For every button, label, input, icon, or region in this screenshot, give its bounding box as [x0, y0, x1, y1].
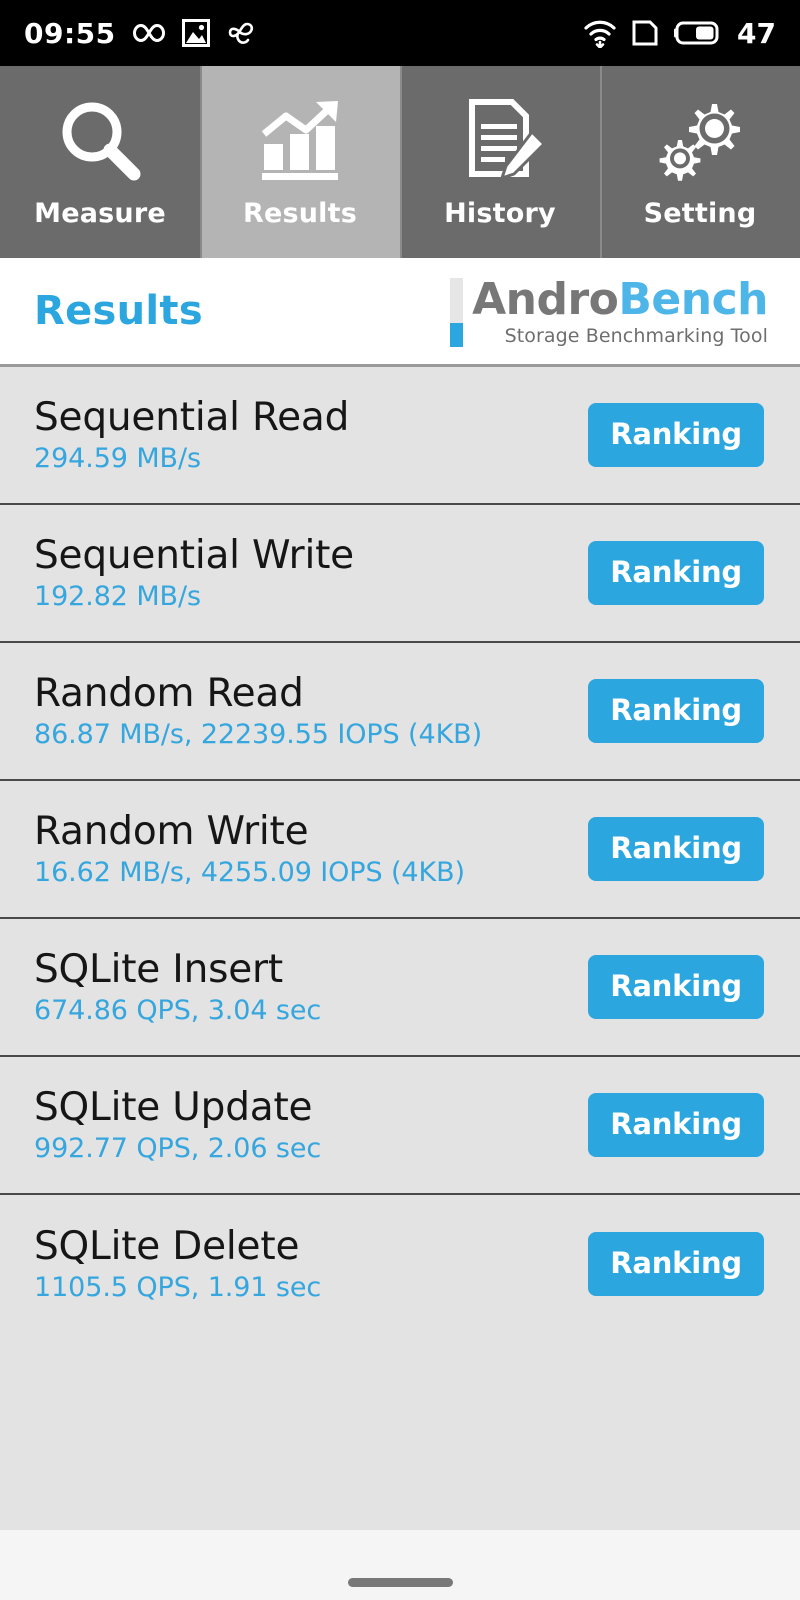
- bar-chart-arrow-icon: [254, 96, 346, 184]
- document-pencil-icon: [454, 96, 546, 184]
- logo-bar-icon: [450, 277, 464, 347]
- system-navigation-bar: [0, 1530, 800, 1600]
- tab-history-label: History: [444, 197, 556, 229]
- logo-subtitle: Storage Benchmarking Tool: [504, 324, 768, 347]
- result-value: 294.59 MB/s: [34, 443, 201, 475]
- status-bar-left: 09:55: [24, 17, 256, 50]
- logo-word-andro: Andro: [472, 273, 619, 325]
- tab-setting[interactable]: Setting: [600, 66, 800, 258]
- main-tab-bar: Measure Results History Setting: [0, 66, 800, 258]
- androbench-logo: AndroBench Storage Benchmarking Tool: [450, 277, 768, 347]
- tab-setting-label: Setting: [643, 197, 757, 229]
- ranking-button[interactable]: Ranking: [588, 817, 764, 881]
- result-value: 86.87 MB/s, 22239.55 IOPS (4KB): [34, 719, 483, 751]
- tab-results[interactable]: Results: [200, 66, 400, 258]
- image-icon: [181, 19, 210, 47]
- result-name: SQLite Update: [34, 1084, 313, 1130]
- ribbon-loop-icon: [226, 19, 256, 47]
- table-row: Sequential Read 294.59 MB/s Ranking: [0, 367, 800, 505]
- result-value: 992.77 QPS, 2.06 sec: [34, 1133, 322, 1165]
- result-name: Random Write: [34, 808, 309, 854]
- result-texts: Random Read 86.87 MB/s, 22239.55 IOPS (4…: [34, 670, 483, 751]
- logo-word-bench: Bench: [618, 273, 768, 325]
- table-row: SQLite Insert 674.86 QPS, 3.04 sec Ranki…: [0, 919, 800, 1057]
- magnifier-icon: [54, 96, 146, 184]
- tab-measure[interactable]: Measure: [0, 66, 200, 258]
- result-texts: SQLite Delete 1105.5 QPS, 1.91 sec: [34, 1223, 322, 1304]
- ranking-button[interactable]: Ranking: [588, 1232, 764, 1296]
- page-header: Results AndroBench Storage Benchmarking …: [0, 258, 800, 364]
- tab-history[interactable]: History: [400, 66, 600, 258]
- table-row: Sequential Write 192.82 MB/s Ranking: [0, 505, 800, 643]
- ranking-button[interactable]: Ranking: [588, 955, 764, 1019]
- result-texts: SQLite Insert 674.86 QPS, 3.04 sec: [34, 946, 322, 1027]
- list-empty-area: [0, 1333, 800, 1529]
- result-value: 674.86 QPS, 3.04 sec: [34, 995, 322, 1027]
- result-texts: Random Write 16.62 MB/s, 4255.09 IOPS (4…: [34, 808, 465, 889]
- result-name: Sequential Write: [34, 532, 354, 578]
- home-indicator[interactable]: [347, 1577, 453, 1587]
- wifi-download-icon: [583, 18, 617, 48]
- result-texts: Sequential Write 192.82 MB/s: [34, 532, 354, 613]
- ranking-button[interactable]: Ranking: [588, 403, 764, 467]
- logo-bar-top: [450, 277, 464, 323]
- table-row: SQLite Delete 1105.5 QPS, 1.91 sec Ranki…: [0, 1195, 800, 1333]
- infinity-icon: [132, 21, 166, 45]
- battery-icon: [673, 19, 721, 47]
- app-screen: 09:55 47 Measure Results History Setting…: [0, 0, 800, 1600]
- ranking-button[interactable]: Ranking: [588, 1093, 764, 1157]
- result-name: Random Read: [34, 670, 304, 716]
- ranking-button[interactable]: Ranking: [588, 541, 764, 605]
- sim-card-icon: [631, 19, 659, 47]
- status-bar-right: 47: [583, 17, 776, 50]
- logo-text-block: AndroBench Storage Benchmarking Tool: [472, 277, 768, 347]
- ranking-button[interactable]: Ranking: [588, 679, 764, 743]
- result-name: Sequential Read: [34, 394, 350, 440]
- result-value: 192.82 MB/s: [34, 581, 201, 613]
- battery-percent-label: 47: [737, 16, 776, 50]
- result-value: 16.62 MB/s, 4255.09 IOPS (4KB): [34, 857, 465, 889]
- table-row: Random Write 16.62 MB/s, 4255.09 IOPS (4…: [0, 781, 800, 919]
- logo-bar-bottom: [450, 322, 464, 347]
- status-bar-clock: 09:55: [24, 16, 116, 50]
- table-row: Random Read 86.87 MB/s, 22239.55 IOPS (4…: [0, 643, 800, 781]
- result-value: 1105.5 QPS, 1.91 sec: [34, 1272, 322, 1304]
- result-texts: SQLite Update 992.77 QPS, 2.06 sec: [34, 1084, 322, 1165]
- logo-wordmark: AndroBench: [472, 277, 768, 322]
- tab-results-label: Results: [242, 197, 358, 229]
- page-title: Results: [34, 288, 203, 334]
- status-bar: 09:55 47: [0, 0, 800, 66]
- results-list: Sequential Read 294.59 MB/s Ranking Sequ…: [0, 364, 800, 1530]
- result-name: SQLite Insert: [34, 946, 283, 992]
- tab-measure-label: Measure: [34, 197, 166, 229]
- result-name: SQLite Delete: [34, 1223, 300, 1269]
- gears-icon: [654, 96, 746, 184]
- result-texts: Sequential Read 294.59 MB/s: [34, 394, 350, 475]
- table-row: SQLite Update 992.77 QPS, 2.06 sec Ranki…: [0, 1057, 800, 1195]
